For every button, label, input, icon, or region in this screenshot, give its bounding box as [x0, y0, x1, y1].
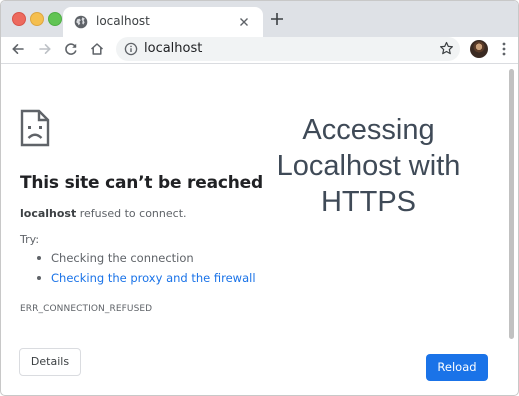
- info-icon[interactable]: [124, 42, 138, 56]
- address-bar[interactable]: localhost: [116, 37, 460, 61]
- close-icon[interactable]: [237, 15, 251, 29]
- error-heading: This site can’t be reached: [20, 173, 263, 193]
- arrow-left-icon[interactable]: [10, 41, 26, 57]
- reload-button[interactable]: Reload: [426, 354, 488, 381]
- avatar[interactable]: [470, 40, 488, 58]
- overlay-title-line: Localhost with: [276, 150, 461, 182]
- tab-title: localhost: [96, 14, 150, 28]
- overlay-title-line: HTTPS: [320, 186, 417, 218]
- error-code: ERR_CONNECTION_REFUSED: [20, 304, 153, 314]
- suggestion-check-proxy-link[interactable]: Checking the proxy and the firewall: [37, 271, 256, 291]
- tab-strip: localhost: [1, 1, 518, 37]
- browser-window: localhost localhost This site can’t be r…: [0, 0, 519, 396]
- minimize-window-button[interactable]: [30, 12, 44, 26]
- plus-icon[interactable]: [270, 12, 284, 26]
- more-vert-icon[interactable]: [501, 41, 507, 57]
- address-text: localhost: [144, 41, 203, 56]
- reload-icon[interactable]: [63, 41, 79, 57]
- overlay-title: Accessing Localhost with HTTPS: [256, 112, 481, 220]
- sad-document-icon: [20, 109, 50, 147]
- details-button[interactable]: Details: [19, 348, 81, 376]
- home-icon[interactable]: [89, 41, 105, 57]
- browser-tab[interactable]: localhost: [63, 7, 263, 37]
- host-name: localhost: [20, 207, 77, 220]
- maximize-window-button[interactable]: [48, 12, 62, 26]
- try-label: Try:: [20, 233, 40, 246]
- error-page: This site can’t be reached localhost ref…: [1, 64, 518, 395]
- star-icon[interactable]: [439, 41, 454, 56]
- suggestion-list: Checking the connection Checking the pro…: [37, 251, 256, 291]
- refused-message: localhost refused to connect.: [20, 207, 187, 220]
- globe-icon: [74, 15, 88, 29]
- arrow-right-icon[interactable]: [37, 41, 53, 57]
- close-window-button[interactable]: [12, 12, 26, 26]
- refused-text: refused to connect.: [76, 207, 187, 220]
- suggestion-check-connection: Checking the connection: [37, 251, 256, 271]
- toolbar: localhost: [1, 37, 518, 64]
- overlay-title-line: Accessing: [302, 114, 435, 146]
